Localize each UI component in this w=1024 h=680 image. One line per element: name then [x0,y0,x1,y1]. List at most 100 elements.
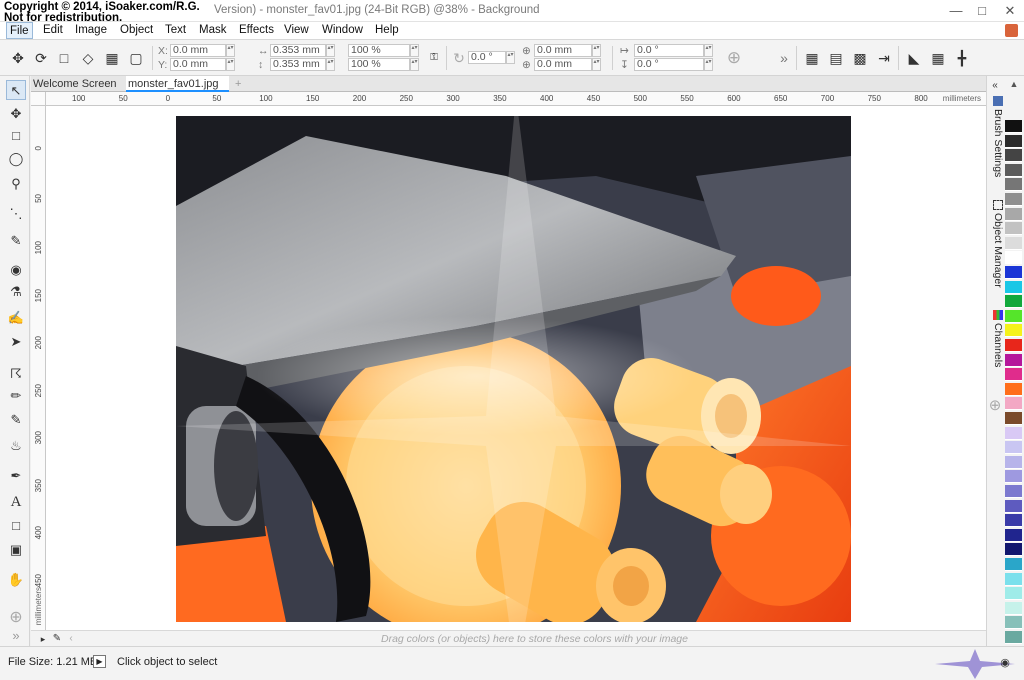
menu-file[interactable]: File [6,22,33,39]
color-swatch[interactable] [1005,426,1022,440]
minimize-button[interactable]: — [942,0,970,22]
rectangle-mask-icon[interactable]: □ [6,126,26,146]
add-tool-icon[interactable]: ⊕ [6,608,26,628]
color-swatch[interactable] [1005,470,1022,484]
menu-effects[interactable]: Effects [239,24,274,36]
brush-tool-icon[interactable]: ✏ [6,386,26,406]
color-swatch[interactable] [1005,134,1022,148]
width-field[interactable]: 0.353 mm [270,44,326,57]
color-swatch[interactable] [1005,295,1022,309]
color-swatch[interactable] [1005,324,1022,338]
scale-width-spinner[interactable]: ▴▾ [410,44,419,57]
apply-transform-icon[interactable]: ⊕ [724,48,744,68]
horizontal-ruler[interactable]: millimeters 100 50 0 50 100 150 200 250 300 350 40… [46,92,986,106]
vertical-ruler[interactable]: millimeters 0 50 100 150 200 250 300 350 400 450 [31,106,46,630]
lasso-mask-icon[interactable]: ◯ [6,149,26,169]
tab-object-manager[interactable]: Object Manager [988,200,1004,288]
x-spinner[interactable]: ▴▾ [226,44,235,57]
shape-tool-icon[interactable]: □ [6,516,26,536]
scale-mode-icon[interactable]: □ [54,48,74,68]
eraser-tool-icon[interactable]: ✎ [6,410,26,430]
skew-vertical-spinner[interactable]: ▴▾ [704,58,713,71]
skew-horizontal-spinner[interactable]: ▴▾ [704,44,713,57]
color-swatch[interactable] [1005,251,1022,265]
lock-ratio-icon[interactable]: ⚿ [424,48,444,68]
perspective-mode-icon[interactable]: ▢ [126,48,146,68]
pan-tool-icon[interactable]: ✥ [6,104,26,124]
distort-mode-icon[interactable]: ▦ [102,48,122,68]
maximize-button[interactable]: □ [968,0,996,22]
scale-height-spinner[interactable]: ▴▾ [410,58,419,71]
rotate-mode-icon[interactable]: ⟳ [31,48,51,68]
menu-window[interactable]: Window [322,24,363,36]
interpolation-icon[interactable]: ▤ [826,48,846,68]
menu-view[interactable]: View [284,24,309,36]
snap-to-icon[interactable]: ◣ [904,48,924,68]
eyedropper-icon[interactable]: ✎ [6,231,26,251]
scale-height-field[interactable]: 100 % [348,58,410,71]
toolbox-expand-icon[interactable]: » [6,626,26,646]
touch-up-icon[interactable]: ✍ [6,308,26,328]
smear-tool-icon[interactable]: ➤ [6,332,26,352]
color-swatch[interactable] [1005,120,1022,133]
hand-tool-icon[interactable]: ✋ [6,570,26,590]
color-swatch[interactable] [1005,149,1022,163]
crop-tool-icon[interactable]: ⋱ [6,204,26,224]
canvas-area[interactable] [46,106,986,630]
rotation-angle-field[interactable]: 0.0 ° [468,51,506,64]
width-spinner[interactable]: ▴▾ [326,44,335,57]
color-swatch[interactable] [1005,353,1022,367]
skew-mode-icon[interactable]: ◇ [78,48,98,68]
add-docker-icon[interactable]: ⊕ [986,396,1004,416]
center-x-spinner[interactable]: ▴▾ [592,44,601,57]
tab-welcome-screen[interactable]: Welcome Screen [31,76,125,92]
guidelines-icon[interactable]: ╋ [952,48,972,68]
color-swatch[interactable] [1005,543,1022,557]
skew-horizontal-field[interactable]: 0.0 ° [634,44,704,57]
document-image[interactable] [176,116,851,622]
ruler-corner[interactable] [31,92,46,106]
text-tool-icon[interactable]: A [6,492,26,512]
transform-mode-icon[interactable]: ✥ [8,48,28,68]
menu-text[interactable]: Text [165,24,186,36]
menu-mask[interactable]: Mask [199,24,226,36]
y-spinner[interactable]: ▴▾ [226,58,235,71]
layer-icon[interactable]: ▩ [850,48,870,68]
tab-monster-fav01[interactable]: monster_fav01.jpg [126,76,229,92]
palette-scroll-up-icon[interactable]: ▲ [1004,74,1024,94]
color-swatch[interactable] [1005,601,1022,615]
red-eye-icon[interactable]: ◉ [6,260,26,280]
pen-tool-icon[interactable]: ✒ [6,466,26,486]
grid-icon[interactable]: ▦ [928,48,948,68]
zoom-tool-icon[interactable]: ⚲ [6,174,26,194]
color-swatch[interactable] [1005,485,1022,498]
color-swatch[interactable] [1005,309,1022,323]
color-swatch[interactable] [1005,499,1022,513]
color-swatch[interactable] [1005,339,1022,352]
color-swatch[interactable] [1005,558,1022,571]
transform-settings-icon[interactable]: ▦ [802,48,822,68]
center-y-spinner[interactable]: ▴▾ [592,58,601,71]
scale-width-field[interactable]: 100 % [348,44,410,57]
menu-object[interactable]: Object [120,24,153,36]
close-button[interactable]: ✕ [996,0,1024,22]
color-swatch[interactable] [1005,266,1022,279]
color-swatch[interactable] [1005,616,1022,630]
height-spinner[interactable]: ▴▾ [326,58,335,71]
menu-image[interactable]: Image [75,24,107,36]
docker-collapse-icon[interactable]: « [986,76,1004,96]
tab-channels[interactable]: Channels [988,310,1004,367]
color-swatch[interactable] [1005,514,1022,528]
y-position-field[interactable]: 0.0 mm [170,58,226,71]
fill-tool-icon[interactable]: ♨ [6,436,26,456]
menu-edit[interactable]: Edit [43,24,63,36]
color-swatch[interactable] [1005,412,1022,425]
color-swatch[interactable] [1005,455,1022,469]
color-swatch[interactable] [1005,368,1022,382]
color-swatch[interactable] [1005,163,1022,177]
menu-help[interactable]: Help [375,24,399,36]
center-x-field[interactable]: 0.0 mm [534,44,592,57]
color-swatch[interactable] [1005,280,1022,294]
color-swatch[interactable] [1005,382,1022,396]
color-swatch[interactable] [1005,397,1022,411]
